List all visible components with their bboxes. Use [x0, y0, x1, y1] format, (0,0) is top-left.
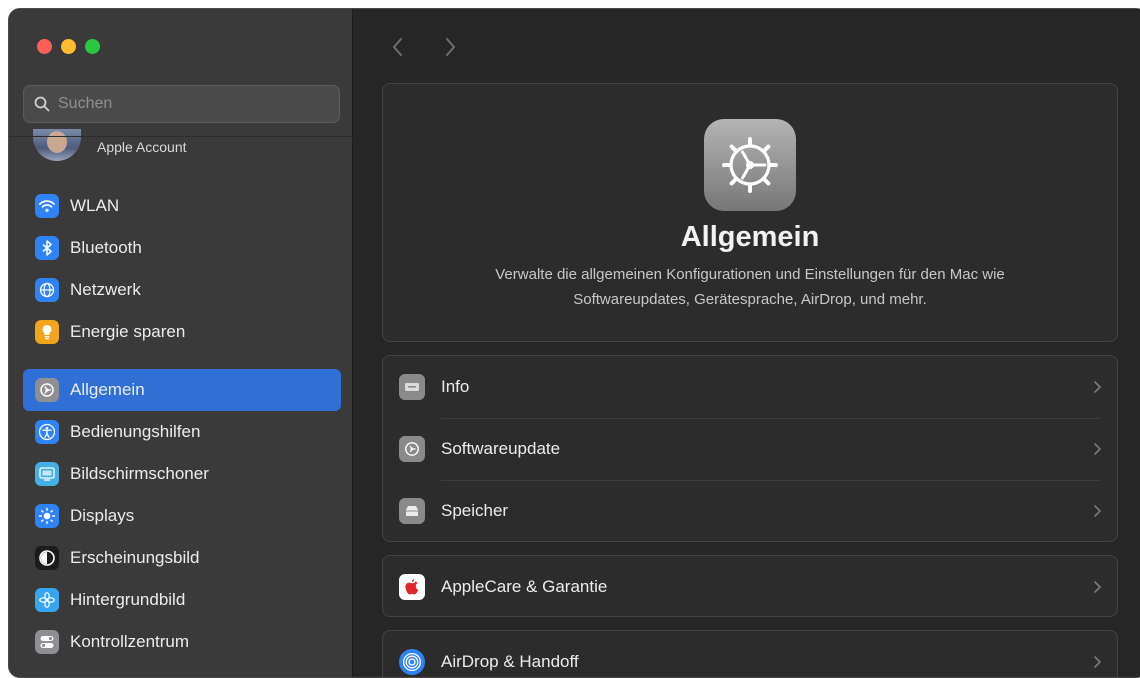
- sidebar-item-kontrollzentrum[interactable]: Kontrollzentrum: [23, 621, 341, 663]
- accessibility-icon: [35, 420, 59, 444]
- settings-group-1: Info Softwareupdate Speicher: [382, 355, 1118, 542]
- sidebar-item-label: Bildschirmschoner: [70, 464, 209, 483]
- sidebar-item-bluetooth[interactable]: Bluetooth: [23, 227, 341, 269]
- sidebar-item-wlan[interactable]: WLAN: [23, 185, 341, 227]
- flower-icon: [35, 588, 59, 612]
- hero-card: Allgemein Verwalte die allgemeinen Konfi…: [382, 83, 1118, 342]
- settings-group-3: AirDrop & Handoff: [382, 630, 1118, 677]
- sidebar-item-label: Displays: [70, 506, 135, 525]
- lightbulb-icon: [35, 320, 59, 344]
- globe-icon: [35, 278, 59, 302]
- info-laptop-icon: [399, 374, 425, 400]
- sidebar: Apple Account WLAN Bluetooth Netzwerk: [9, 9, 353, 677]
- chevron-right-icon: [1094, 443, 1101, 455]
- sidebar-list: WLAN Bluetooth Netzwerk Energie sparen A…: [23, 185, 341, 663]
- sidebar-item-label: Erscheinungsbild: [70, 548, 200, 567]
- sidebar-item-label: WLAN: [70, 196, 120, 215]
- sidebar-item-label: Kontrollzentrum: [70, 632, 190, 651]
- back-button[interactable]: [386, 35, 410, 59]
- search-input[interactable]: [58, 95, 318, 113]
- sidebar-item-label: Energie sparen: [70, 322, 186, 341]
- row-softwareupdate[interactable]: Softwareupdate: [383, 418, 1117, 480]
- airdrop-icon: [399, 649, 425, 675]
- navigation-buttons: [386, 35, 462, 59]
- settings-window: Apple Account WLAN Bluetooth Netzwerk: [8, 8, 1140, 678]
- row-label: Softwareupdate: [441, 439, 561, 458]
- account-label: Apple Account: [97, 139, 187, 155]
- forward-button[interactable]: [438, 35, 462, 59]
- apple-logo-icon: [399, 574, 425, 600]
- sidebar-item-label: Allgemein: [70, 380, 145, 399]
- sidebar-item-label: Netzwerk: [70, 280, 141, 299]
- general-gear-icon: [704, 119, 796, 211]
- toggles-icon: [35, 630, 59, 654]
- sidebar-item-energie-sparen[interactable]: Energie sparen: [23, 311, 341, 353]
- row-label: Speicher: [441, 501, 509, 520]
- sidebar-item-label: Hintergrundbild: [70, 590, 186, 609]
- row-label: Info: [441, 377, 470, 396]
- sun-icon: [35, 504, 59, 528]
- sidebar-item-hintergrundbild[interactable]: Hintergrundbild: [23, 579, 341, 621]
- bluetooth-icon: [35, 236, 59, 260]
- chevron-right-icon: [1094, 656, 1101, 668]
- search-icon: [34, 96, 50, 112]
- row-label: AppleCare & Garantie: [441, 577, 608, 596]
- sidebar-item-bildschirmschoner[interactable]: Bildschirmschoner: [23, 453, 341, 495]
- close-window-button[interactable]: [37, 39, 52, 54]
- search-field[interactable]: [23, 85, 340, 123]
- chevron-right-icon: [1094, 381, 1101, 393]
- sidebar-item-bedienungshilfen[interactable]: Bedienungshilfen: [23, 411, 341, 453]
- sidebar-item-label: Bluetooth: [70, 238, 142, 257]
- sidebar-item-label: Bedienungshilfen: [70, 422, 201, 441]
- sidebar-item-displays[interactable]: Displays: [23, 495, 341, 537]
- page-description: Verwalte die allgemeinen Konfigurationen…: [495, 266, 1005, 308]
- main-pane: Allgemein Verwalte die allgemeinen Konfi…: [354, 9, 1140, 677]
- window-controls: [37, 39, 100, 54]
- chevron-right-icon: [1094, 505, 1101, 517]
- chevron-right-icon: [1094, 581, 1101, 593]
- storage-drive-icon: [399, 498, 425, 524]
- settings-group-2: AppleCare & Garantie: [382, 555, 1118, 617]
- screensaver-icon: [35, 462, 59, 486]
- software-update-icon: [399, 436, 425, 462]
- sidebar-item-allgemein[interactable]: Allgemein: [23, 369, 341, 411]
- row-label: AirDrop & Handoff: [441, 652, 579, 671]
- sidebar-item-erscheinungsbild[interactable]: Erscheinungsbild: [23, 537, 341, 579]
- gear-icon: [35, 378, 59, 402]
- chevron-left-icon: [393, 38, 402, 56]
- row-applecare[interactable]: AppleCare & Garantie: [383, 556, 1117, 618]
- appearance-icon: [35, 546, 59, 570]
- maximize-window-button[interactable]: [85, 39, 100, 54]
- wifi-icon: [35, 194, 59, 218]
- row-airdrop-handoff[interactable]: AirDrop & Handoff: [383, 631, 1117, 677]
- page-title: Allgemein: [680, 221, 820, 253]
- row-speicher[interactable]: Speicher: [383, 480, 1117, 542]
- apple-account-item[interactable]: Apple Account: [33, 129, 187, 161]
- avatar: [33, 129, 81, 161]
- minimize-window-button[interactable]: [61, 39, 76, 54]
- row-info[interactable]: Info: [383, 356, 1117, 418]
- search-divider: [9, 136, 353, 137]
- chevron-right-icon: [446, 38, 455, 56]
- sidebar-item-netzwerk[interactable]: Netzwerk: [23, 269, 341, 311]
